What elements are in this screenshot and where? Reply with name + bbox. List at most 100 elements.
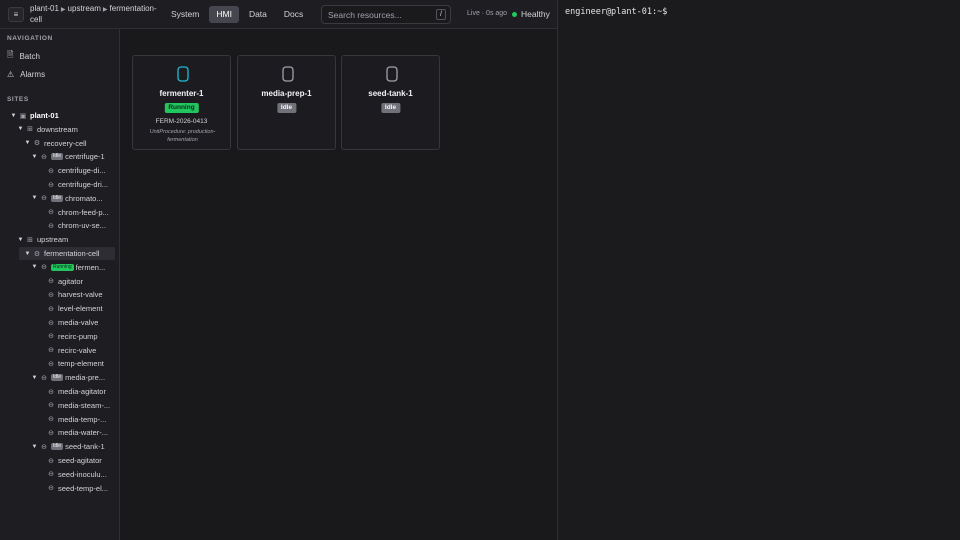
tree-item[interactable]: ⊖ seed-temp-el... <box>0 482 108 495</box>
tree-item[interactable]: ⊖ media-temp-... <box>0 413 106 426</box>
tree-item[interactable]: ⊖ media-agitator <box>0 385 106 398</box>
tree-item[interactable]: ⊖ temp-element <box>0 357 104 370</box>
nav-item-batch[interactable]: 🗎 Batch <box>7 49 40 63</box>
unit-icon: ⊖ <box>41 195 47 203</box>
tab-data[interactable]: Data <box>242 6 274 23</box>
chevron-down-icon[interactable]: ▼ <box>31 154 38 160</box>
main-tabs: System HMI Data Docs <box>164 6 310 23</box>
tree-item-label: chromato... <box>65 193 103 203</box>
chevron-down-icon[interactable]: ▼ <box>31 375 38 381</box>
tree-item[interactable]: ▼ ⊖ Running fermen... <box>0 261 106 274</box>
tree-item[interactable]: ⊖ recirc-pump <box>0 330 98 343</box>
tree-item[interactable]: ⊖ media-valve <box>0 316 98 329</box>
module-icon: ⊖ <box>48 388 54 396</box>
module-icon: ⊖ <box>48 333 54 341</box>
module-icon: ⊖ <box>48 167 54 175</box>
terminal-panel[interactable]: engineer@plant-01:~$ <box>558 0 960 540</box>
tree-item[interactable]: ▼ ⚙ recovery-cell <box>0 137 87 150</box>
hmi-canvas: fermenter-1 Running FERM-2026-0413 UnitP… <box>120 29 557 540</box>
module-icon: ⊖ <box>48 305 54 313</box>
module-icon: ⊖ <box>48 485 54 493</box>
tree-item-label: media-pre... <box>65 373 106 383</box>
unit-card-fermenter-1[interactable]: fermenter-1 Running FERM-2026-0413 UnitP… <box>132 55 231 150</box>
health-status: Healthy <box>512 9 550 19</box>
tree-item[interactable]: ⊖ chrom-uv-se... <box>0 219 106 232</box>
tree-item[interactable]: ⊖ centrifuge-di... <box>0 164 105 177</box>
nav-item-label: Alarms <box>20 69 46 79</box>
module-icon: ⊖ <box>48 181 54 189</box>
module-icon: ⊖ <box>48 291 54 299</box>
tree-item[interactable]: ▼ ▣ plant-01 <box>0 109 59 122</box>
status-badge: Running <box>164 103 199 113</box>
unit-card-seed-tank-1[interactable]: seed-tank-1 Idle <box>341 55 440 150</box>
tree-item[interactable]: ⊖ media-water-... <box>0 426 108 439</box>
tree-item-label: media-water-... <box>58 428 109 438</box>
module-icon: ⊖ <box>48 222 54 230</box>
status-badge: Idle <box>51 194 64 202</box>
tree-item[interactable]: ⊖ seed-agitator <box>0 454 102 467</box>
nav-item-label: Batch <box>19 51 40 61</box>
tree-item[interactable]: ⊖ harvest-valve <box>0 288 103 301</box>
tree-item[interactable]: ▼ ⊖ Idle centrifuge-1 <box>0 150 105 163</box>
tree-item-label: chrom-uv-se... <box>58 221 106 231</box>
hamburger-icon[interactable]: ≡ <box>8 7 24 22</box>
chevron-down-icon[interactable]: ▼ <box>31 195 38 201</box>
status-dot-icon <box>512 11 517 17</box>
tab-system[interactable]: System <box>164 6 206 23</box>
chevron-down-icon[interactable]: ▼ <box>17 126 24 132</box>
navigation-title: NAVIGATION <box>7 35 53 42</box>
unit-icon: ⊖ <box>41 443 47 451</box>
document-icon: 🗎 <box>7 50 14 59</box>
chevron-down-icon[interactable]: ▼ <box>31 264 38 270</box>
tree-item[interactable]: ▼ ⊖ Idle chromato... <box>0 192 103 205</box>
tree-item-label: upstream <box>37 235 69 245</box>
tree-item-label: downstream <box>37 124 78 134</box>
breadcrumb: plant-01 ▶ upstream ▶ fermentation-cell <box>30 4 168 25</box>
tree-item-label: centrifuge-dri... <box>58 180 109 189</box>
tree-item-label: media-agitator <box>58 387 106 396</box>
unit-icon: ⊖ <box>41 264 47 272</box>
tank-icon <box>282 66 294 82</box>
search-input[interactable]: Search resources... / <box>321 5 451 24</box>
tree-item[interactable]: ▼ ⊖ Idle seed-tank-1 <box>0 440 105 453</box>
tree-item-label: media-valve <box>58 318 99 327</box>
tree-item[interactable]: ⊖ level-element <box>0 302 103 315</box>
chevron-down-icon[interactable]: ▼ <box>17 237 24 243</box>
unit-icon: ⊖ <box>41 374 47 382</box>
tree-item[interactable]: ⊖ seed-inoculu... <box>0 468 107 481</box>
tree-item[interactable]: ⊖ centrifuge-dri... <box>0 178 108 191</box>
nav-item-alarms[interactable]: ⚠ Alarms <box>7 67 45 81</box>
tree-item-label: fermentation-cell <box>44 249 100 258</box>
chevron-down-icon[interactable]: ▼ <box>31 444 38 450</box>
chevron-down-icon[interactable]: ▼ <box>10 113 17 119</box>
tree-item-label: level-element <box>58 304 103 314</box>
status-badge: Running <box>51 263 74 271</box>
status-badge: Idle <box>51 443 64 451</box>
breadcrumb-item[interactable]: plant-01 <box>30 4 59 13</box>
tree-item[interactable]: ⊖ chrom-feed-p... <box>0 206 109 219</box>
warning-icon: ⚠ <box>7 69 15 79</box>
tree-item[interactable]: ▼ ⚙ fermentation-cell <box>19 247 115 260</box>
health-label: Healthy <box>521 9 550 19</box>
tree-item[interactable]: ▼ ⊞ downstream <box>0 123 78 136</box>
tree-item[interactable]: ▼ ⊖ Idle media-pre... <box>0 371 106 384</box>
tank-icon <box>386 66 398 82</box>
chevron-down-icon[interactable]: ▼ <box>24 251 31 257</box>
unit-card-media-prep-1[interactable]: media-prep-1 Idle <box>237 55 336 150</box>
tree-item[interactable]: ⊖ recirc-valve <box>0 344 96 357</box>
tree-item[interactable]: ⊖ media-steam-... <box>0 399 110 412</box>
tree-item-label: recovery-cell <box>44 138 87 148</box>
area-icon: ⊞ <box>27 126 33 134</box>
area-icon: ⊞ <box>27 236 33 244</box>
breadcrumb-item[interactable]: upstream <box>68 4 101 13</box>
tab-docs[interactable]: Docs <box>277 6 310 23</box>
tree-item[interactable]: ⊖ agitator <box>0 275 83 288</box>
module-icon: ⊖ <box>48 360 54 368</box>
tab-hmi[interactable]: HMI <box>209 6 239 23</box>
chevron-down-icon[interactable]: ▼ <box>24 140 31 146</box>
tree-item-label: seed-inoculu... <box>58 469 107 479</box>
tree-item[interactable]: ▼ ⊞ upstream <box>0 233 69 246</box>
cell-icon: ⚙ <box>33 140 41 148</box>
module-icon: ⊖ <box>48 471 54 479</box>
module-icon: ⊖ <box>48 347 54 355</box>
